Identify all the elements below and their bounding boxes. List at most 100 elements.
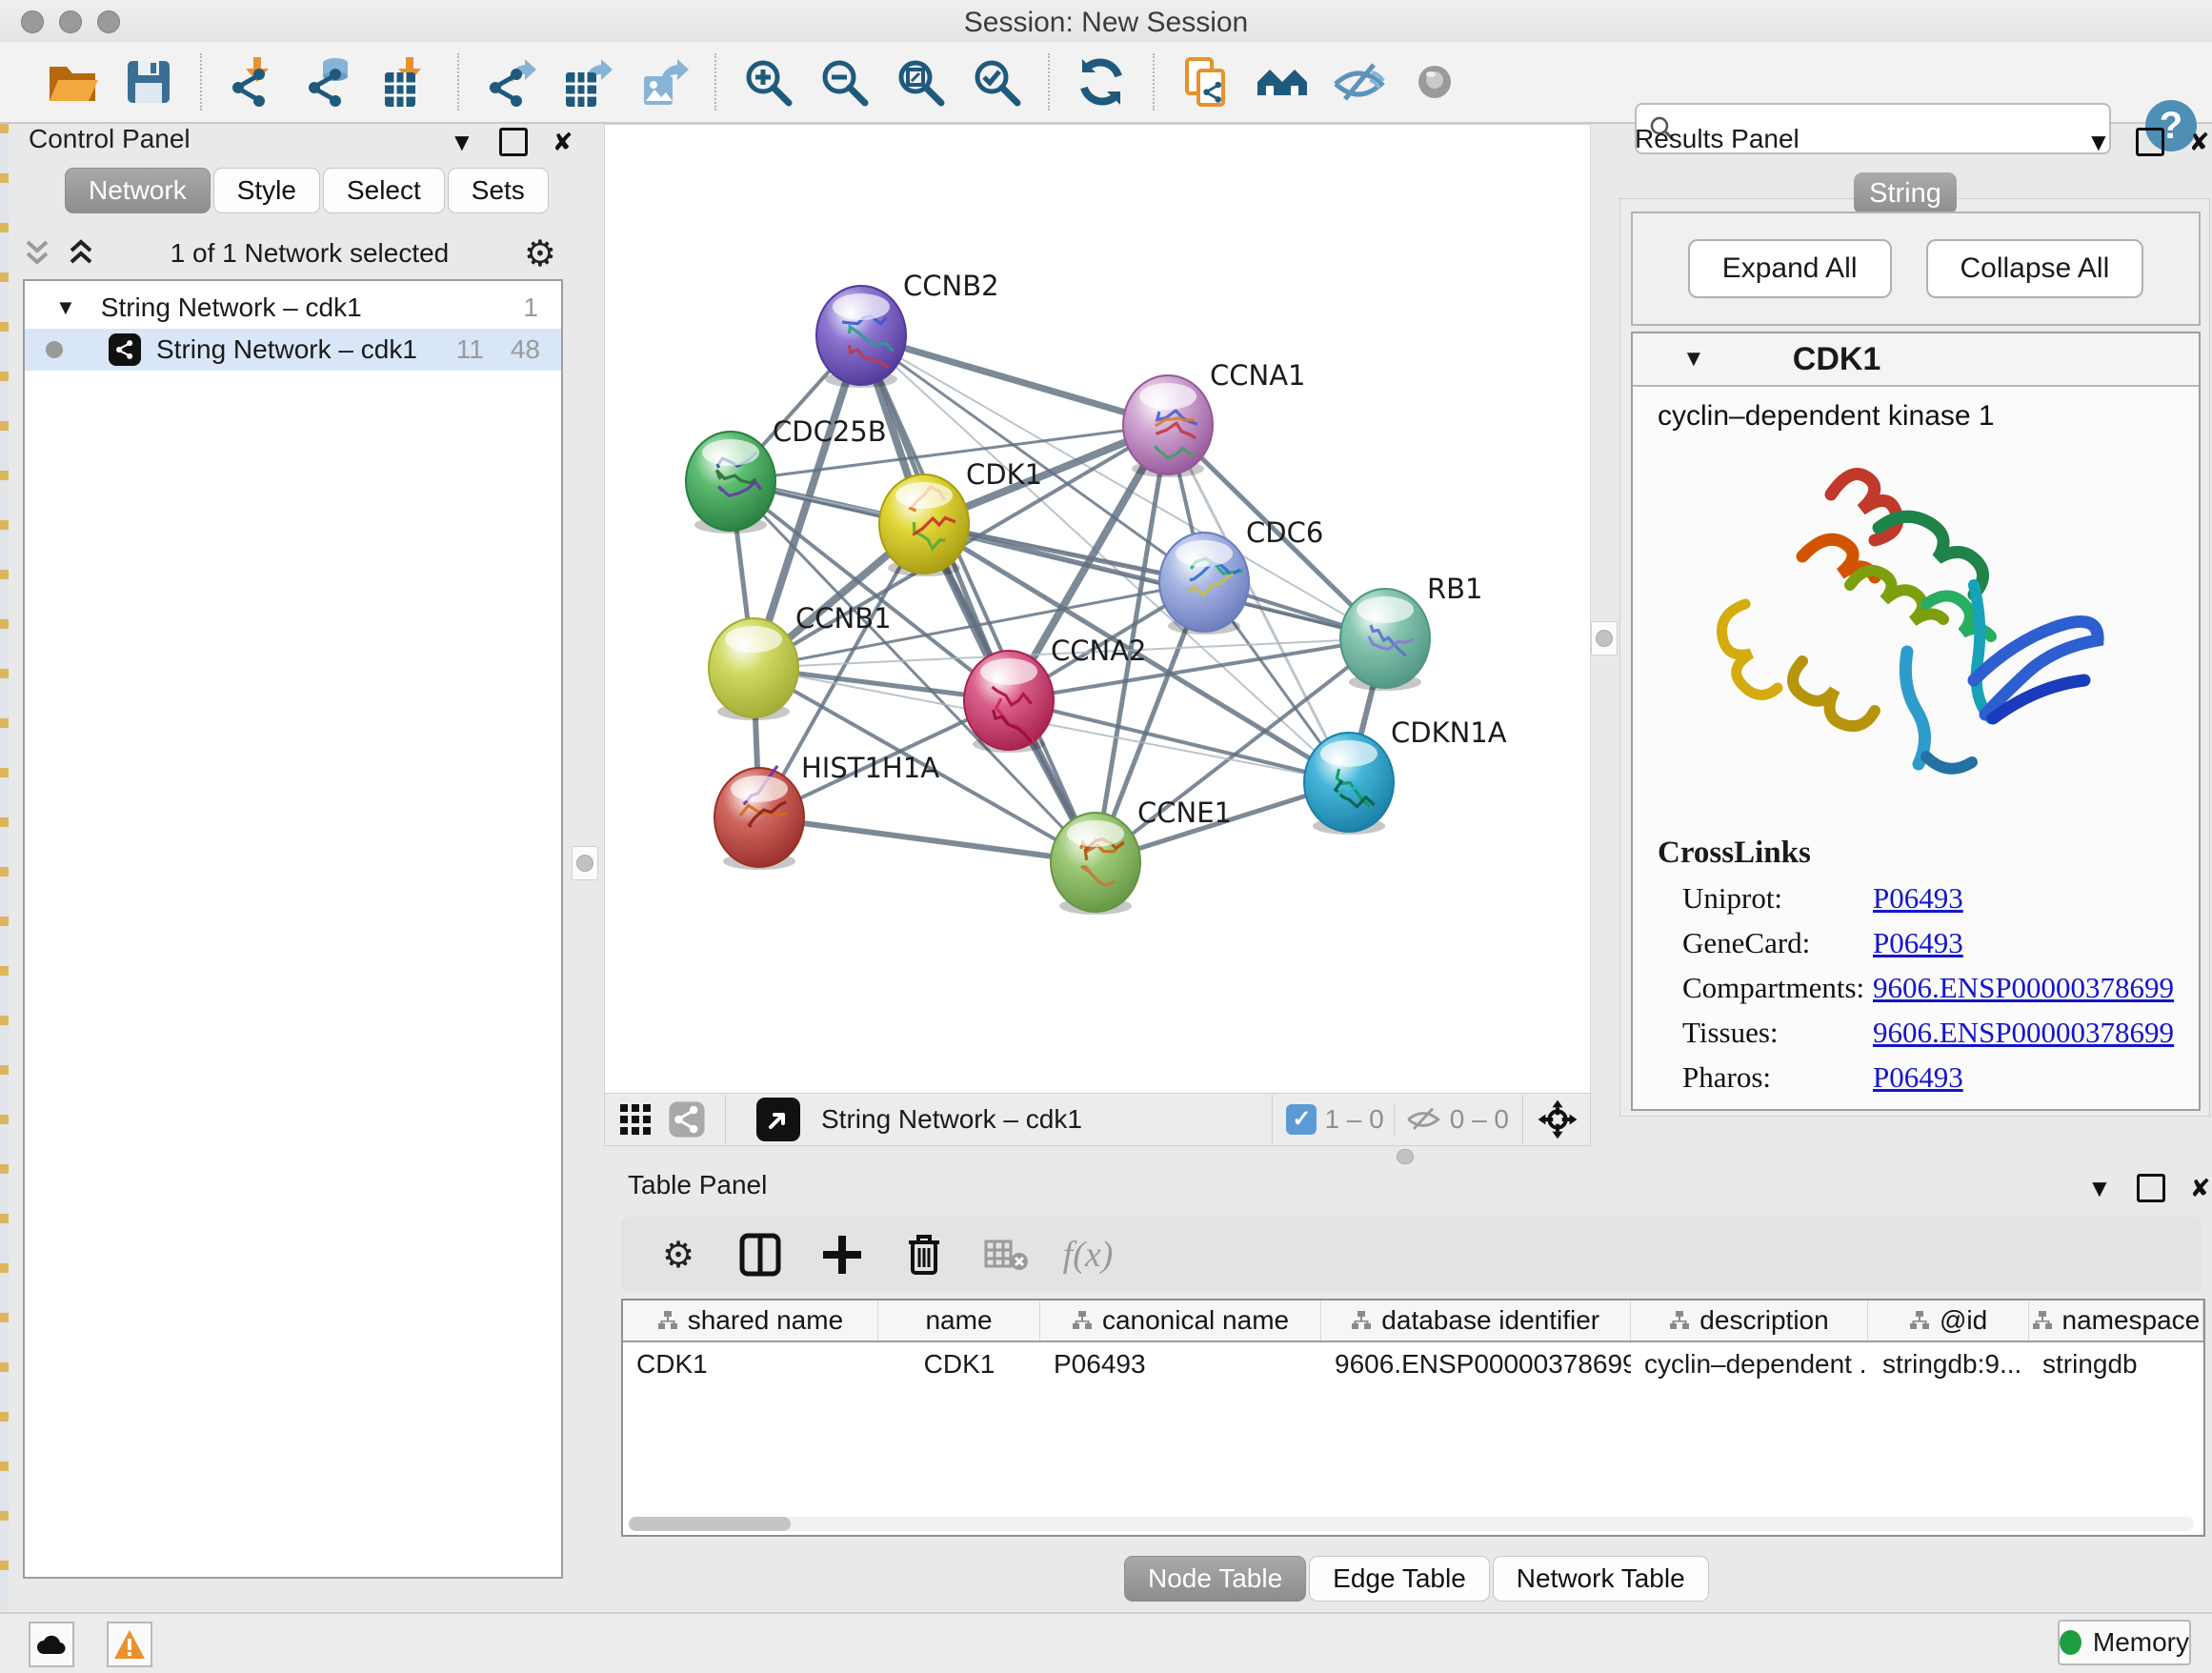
column-header-@id[interactable]: @id xyxy=(1868,1300,2028,1340)
gene-header-row[interactable]: ▼ CDK1 xyxy=(1633,333,2199,387)
open-view-arrow-icon[interactable] xyxy=(756,1098,800,1141)
svg-text:CDK1: CDK1 xyxy=(966,458,1042,491)
crosslinks-heading: CrossLinks xyxy=(1658,836,2199,871)
tab-string[interactable]: String xyxy=(1854,172,1957,214)
collection-label: String Network – cdk1 xyxy=(101,292,362,323)
birdseye-grid-icon[interactable] xyxy=(611,1095,660,1144)
column-header-canonical-name[interactable]: canonical name xyxy=(1040,1300,1321,1340)
import-database-icon[interactable] xyxy=(300,52,359,111)
close-table-icon[interactable]: ✘ xyxy=(2190,1174,2211,1202)
node-table: shared namename canonical name database … xyxy=(621,1299,2205,1537)
import-network-icon[interactable] xyxy=(224,52,283,111)
share-document-icon[interactable] xyxy=(1176,52,1236,111)
warnings-icon[interactable] xyxy=(107,1622,152,1667)
svg-text:CDC6: CDC6 xyxy=(1246,516,1323,549)
zoom-selected-icon[interactable] xyxy=(967,52,1026,111)
table-row[interactable]: CDK1CDK1P064939606.ENSP00000378699cyclin… xyxy=(623,1342,2203,1386)
close-panel-icon[interactable]: ✘ xyxy=(553,128,573,156)
network-node-CDKN1A: CDKN1A xyxy=(1304,716,1507,835)
tab-select[interactable]: Select xyxy=(323,168,445,213)
collapse-all-button[interactable]: Collapse All xyxy=(1926,239,2144,298)
gene-symbol: CDK1 xyxy=(1793,341,1881,378)
status-bar: Memory xyxy=(0,1612,2212,1673)
control-panel-tabs: NetworkStyleSelectSets xyxy=(65,168,552,213)
homes-icon[interactable] xyxy=(1253,52,1312,111)
gene-expander-icon[interactable]: ▼ xyxy=(1682,346,1705,373)
network-row-selected[interactable]: String Network – cdk1 11 48 xyxy=(25,329,561,371)
collapse-table-icon[interactable]: ▼ xyxy=(2087,1174,2112,1202)
left-splitter-handle[interactable] xyxy=(572,846,598,880)
table-panel-header: Table Panel ▼ ✘ xyxy=(613,1170,2212,1208)
import-table-icon[interactable] xyxy=(376,52,435,111)
crosslink-value-link[interactable]: 9606.ENSP00000378699 xyxy=(1873,1016,2174,1050)
open-folder-icon[interactable] xyxy=(43,52,102,111)
network-current-dot-icon xyxy=(46,341,63,358)
float-panel-icon[interactable] xyxy=(499,128,528,156)
export-table-icon[interactable] xyxy=(557,52,616,111)
crosslink-value-link[interactable]: P06493 xyxy=(1873,1060,1963,1095)
network-canvas[interactable]: CCNB2 CCNA1 CDC25B CDK1 CDC6 RB1 CCNB1 xyxy=(604,124,1591,1094)
table-panel-title: Table Panel xyxy=(628,1170,767,1199)
table-toolbar: ⚙ f(x) xyxy=(621,1217,2202,1293)
create-column-icon[interactable] xyxy=(817,1230,867,1280)
float-results-icon[interactable] xyxy=(2136,128,2164,156)
column-header-name[interactable]: name xyxy=(878,1300,1040,1340)
collapse-panel-icon[interactable]: ▼ xyxy=(450,128,474,156)
collapse-results-icon[interactable]: ▼ xyxy=(2086,128,2111,156)
right-splitter-handle[interactable] xyxy=(1591,621,1618,655)
results-panel-header: Results Panel ▼ ✘ xyxy=(1619,124,2212,158)
network-collection-row[interactable]: ▼ String Network – cdk1 1 xyxy=(25,287,561,329)
tab-node-table[interactable]: Node Table xyxy=(1124,1556,1306,1602)
expand-all-button[interactable]: Expand All xyxy=(1688,239,1892,298)
crosslink-value-link[interactable]: 9606.ENSP00000378699 xyxy=(1873,971,2174,1005)
tab-network[interactable]: Network xyxy=(65,168,211,213)
column-header-shared-name[interactable]: shared name xyxy=(623,1300,878,1340)
cell-@id: stringdb:9... xyxy=(1869,1349,2029,1380)
memory-button[interactable]: Memory xyxy=(2058,1620,2191,1665)
protein-structure-image xyxy=(1688,442,2136,814)
tab-network-table[interactable]: Network Table xyxy=(1493,1556,1709,1602)
zoom-fit-icon[interactable] xyxy=(891,52,950,111)
tab-style[interactable]: Style xyxy=(213,168,320,213)
column-header-namespace[interactable]: namespace xyxy=(2029,1300,2203,1340)
column-header-description[interactable]: description xyxy=(1631,1300,1869,1340)
table-options-gear-icon[interactable]: ⚙ xyxy=(654,1230,703,1280)
close-results-icon[interactable]: ✘ xyxy=(2189,128,2210,156)
tab-sets[interactable]: Sets xyxy=(448,168,549,213)
zoom-in-icon[interactable] xyxy=(738,52,797,111)
hidden-eye-icon xyxy=(1404,1103,1442,1136)
string-share-icon[interactable] xyxy=(662,1095,712,1144)
eye-icon[interactable] xyxy=(1405,52,1464,111)
column-header-database-identifier[interactable]: database identifier xyxy=(1321,1300,1631,1340)
bottom-splitter-handle[interactable] xyxy=(1397,1149,1414,1164)
crosslink-value-link[interactable]: P06493 xyxy=(1873,926,1963,960)
crosslink-value-link[interactable]: P06493 xyxy=(1873,881,1963,916)
collection-expander-icon[interactable]: ▼ xyxy=(55,295,76,320)
svg-text:CCNA2: CCNA2 xyxy=(1051,635,1146,667)
crosslink-label: Compartments: xyxy=(1682,971,1873,1005)
gene-result-card: ▼ CDK1 cyclin–dependent kinase 1 CrossLi… xyxy=(1631,332,2201,1111)
save-icon[interactable] xyxy=(119,52,178,111)
refresh-icon[interactable] xyxy=(1072,52,1131,111)
float-table-icon[interactable] xyxy=(2137,1174,2165,1202)
export-network-icon[interactable] xyxy=(481,52,540,111)
crosslink-label: Pharos: xyxy=(1682,1060,1873,1095)
fit-selected-crosshair-icon[interactable] xyxy=(1537,1099,1579,1140)
export-image-icon[interactable] xyxy=(633,52,693,111)
selected-checkbox-icon[interactable]: ✓ xyxy=(1286,1104,1317,1135)
main-toolbar: ? xyxy=(0,42,2212,124)
network-edge-count: 48 xyxy=(511,334,540,365)
collapse-all-icon[interactable] xyxy=(23,238,51,269)
zoom-out-icon[interactable] xyxy=(814,52,874,111)
hide-eye-icon[interactable] xyxy=(1329,52,1388,111)
network-list: ▼ String Network – cdk1 1 String Network… xyxy=(23,279,563,1579)
delete-column-icon[interactable] xyxy=(899,1230,949,1280)
automation-cloud-icon[interactable] xyxy=(29,1622,74,1667)
network-options-gear-icon[interactable]: ⚙ xyxy=(524,235,556,272)
collection-count: 1 xyxy=(523,292,538,323)
table-hscrollbar[interactable] xyxy=(629,1517,2194,1531)
svg-text:CCNB1: CCNB1 xyxy=(795,602,892,635)
expand-all-icon[interactable] xyxy=(67,238,95,269)
show-columns-icon[interactable] xyxy=(735,1230,785,1280)
tab-edge-table[interactable]: Edge Table xyxy=(1309,1556,1490,1602)
